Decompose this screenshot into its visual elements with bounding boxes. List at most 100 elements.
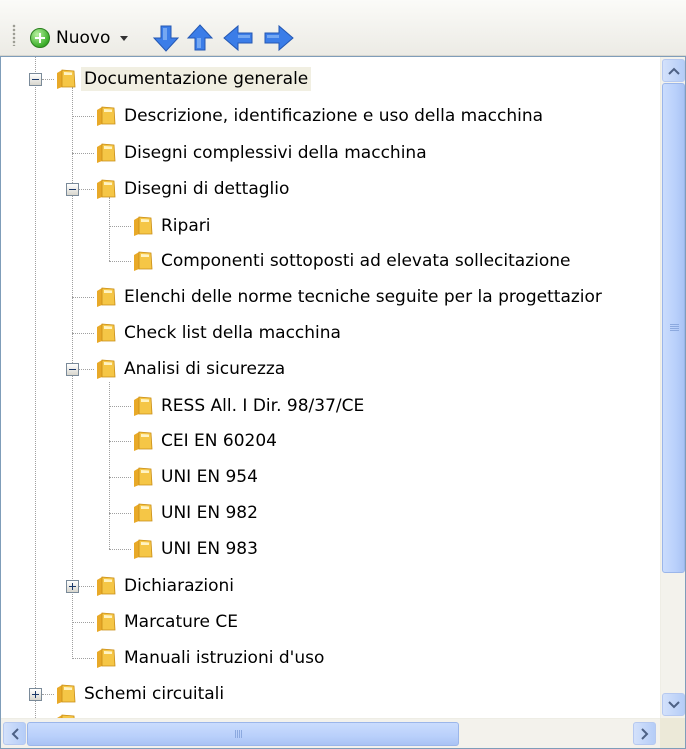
folder-icon (134, 251, 153, 271)
toolbar-grip[interactable] (12, 24, 16, 46)
tree-connector (72, 658, 94, 659)
folder-icon (97, 576, 116, 596)
tree-connector (72, 333, 94, 334)
tree-node-label: Disegni complessivi della macchina (124, 143, 427, 163)
tree-connector (72, 622, 94, 623)
tree-node[interactable]: Marcature CE (94, 607, 241, 637)
arrow-left-icon[interactable] (222, 22, 254, 54)
folder-icon (134, 396, 153, 416)
folder-icon (134, 503, 153, 523)
scroll-right-button[interactable] (633, 722, 656, 745)
tree-node-partial[interactable] (54, 709, 78, 718)
tree-node-label: Componenti sottoposti ad elevata solleci… (161, 251, 571, 271)
tree-node[interactable]: UNI EN 954 (131, 462, 261, 492)
scrollbar-corner (660, 718, 685, 748)
tree-node[interactable]: UNI EN 982 (131, 498, 261, 528)
tree-node-label: UNI EN 982 (161, 503, 258, 523)
tree-node-label: Analisi di sicurezza (124, 359, 286, 379)
tree-node[interactable]: UNI EN 983 (131, 534, 261, 564)
scroll-up-button[interactable] (662, 59, 685, 82)
arrow-down-icon[interactable] (150, 22, 182, 54)
expand-toggle[interactable] (29, 688, 42, 701)
tree-node-label: Manuali istruzioni d'uso (124, 648, 325, 668)
expand-toggle[interactable] (66, 580, 79, 593)
tree-node[interactable]: Descrizione, identificazione e uso della… (94, 101, 546, 131)
tree-node[interactable]: Dichiarazioni (94, 571, 237, 601)
tree-node-label: Check list della macchina (124, 323, 341, 343)
collapse-toggle[interactable] (66, 363, 79, 376)
collapse-toggle[interactable] (66, 183, 79, 196)
scroll-left-button[interactable] (3, 722, 26, 745)
tree-node-label: Marcature CE (124, 612, 238, 632)
tree-node-label: RESS All. I Dir. 98/37/CE (161, 396, 365, 416)
scroll-down-button[interactable] (662, 693, 685, 716)
tree-connector (35, 57, 36, 718)
dropdown-caret-icon[interactable] (120, 35, 129, 41)
tree-connector (109, 226, 131, 227)
tree-node[interactable]: RESS All. I Dir. 98/37/CE (131, 391, 367, 421)
tree-connector (109, 382, 110, 549)
tree-node-label: UNI EN 954 (161, 467, 258, 487)
folder-icon (134, 539, 153, 559)
tree-node[interactable]: Elenchi delle norme tecniche seguite per… (94, 282, 605, 312)
folder-icon (134, 467, 153, 487)
chevron-down-icon (667, 700, 680, 708)
new-button[interactable]: Nuovo (30, 24, 129, 52)
tree-node[interactable]: Ripari (131, 211, 213, 241)
new-icon (30, 28, 50, 48)
collapse-toggle[interactable] (29, 73, 42, 86)
tree-node-label: UNI EN 983 (161, 539, 258, 559)
tree-connector (42, 694, 54, 695)
tree-connector (109, 197, 110, 261)
tree-connector (109, 441, 131, 442)
arrow-up-icon[interactable] (184, 22, 216, 54)
tree-connector (42, 79, 54, 80)
tree-node[interactable]: Documentazione generale (54, 64, 312, 94)
folder-icon (97, 179, 116, 199)
tree-connector (109, 477, 131, 478)
tree-connector (72, 153, 94, 154)
chevron-up-icon (667, 67, 680, 75)
tree-node-label: Dichiarazioni (124, 576, 235, 596)
tree-connector (109, 261, 131, 262)
tree-connector (79, 369, 94, 370)
tree-node[interactable]: Disegni di dettaglio (94, 174, 292, 204)
tree-node-label: Disegni di dettaglio (124, 179, 290, 199)
tree-node-label: Descrizione, identificazione e uso della… (124, 106, 544, 126)
folder-icon (57, 684, 76, 704)
tree-node-label: Schemi circuitali (84, 684, 225, 704)
tree-connector (109, 513, 131, 514)
chevron-left-icon (11, 727, 19, 740)
horizontal-scroll-thumb[interactable] (27, 722, 459, 746)
new-button-label: Nuovo (56, 28, 111, 48)
tree-content: Documentazione generale Descrizione, ide… (1, 57, 660, 718)
arrow-right-icon[interactable] (262, 22, 294, 54)
tree-node-label: Ripari (161, 216, 211, 236)
folder-icon (134, 431, 153, 451)
tree-connector (72, 116, 94, 117)
tree-node[interactable]: Schemi circuitali (54, 679, 227, 709)
tree-node-label: CEI EN 60204 (161, 431, 277, 451)
tree-node[interactable]: Disegni complessivi della macchina (94, 138, 430, 168)
folder-icon (97, 648, 116, 668)
vertical-scroll-thumb[interactable] (662, 83, 685, 573)
horizontal-scrollbar[interactable] (1, 718, 660, 748)
tree-node-label: Elenchi delle norme tecniche seguite per… (124, 287, 602, 307)
folder-icon (97, 323, 116, 343)
tree-node-label: Documentazione generale (81, 67, 312, 91)
folder-icon (97, 143, 116, 163)
tree-node[interactable]: Analisi di sicurezza (94, 354, 288, 384)
folder-icon (97, 612, 116, 632)
vertical-scrollbar[interactable] (660, 57, 685, 718)
folder-icon (97, 359, 116, 379)
tree-node[interactable]: CEI EN 60204 (131, 426, 280, 456)
tree-node[interactable]: Componenti sottoposti ad elevata solleci… (131, 246, 573, 276)
tree-connector (79, 189, 94, 190)
tree-connector (109, 406, 131, 407)
tree-node[interactable]: Check list della macchina (94, 318, 344, 348)
folder-icon (97, 287, 116, 307)
tree-node[interactable]: Manuali istruzioni d'uso (94, 643, 327, 673)
chevron-right-icon (640, 727, 648, 740)
tree-connector (79, 586, 94, 587)
toolbar: Nuovo (0, 0, 686, 56)
